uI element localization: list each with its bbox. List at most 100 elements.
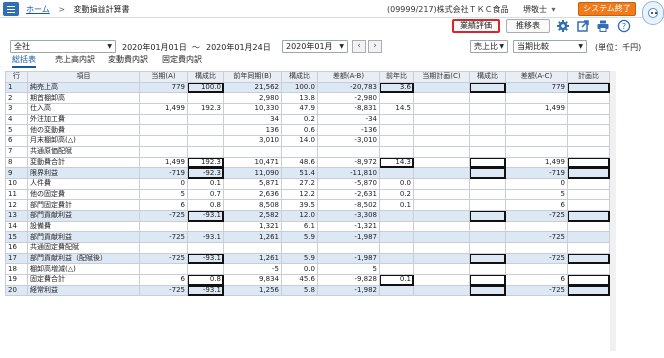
table-cell-no: 5	[5, 124, 28, 137]
table-cell-d: -2,631	[317, 188, 380, 201]
scope-select[interactable]: 全社 ▼	[10, 40, 116, 53]
table-cell-r3	[469, 274, 506, 286]
next-month-button[interactable]: ›	[368, 40, 382, 53]
table-cell-r3	[469, 252, 506, 265]
table-row[interactable]: 4 外注加工費 34 0.2 -34	[5, 113, 610, 126]
table-cell-b: 10,330	[223, 103, 282, 115]
home-link[interactable]: ホーム	[26, 5, 50, 14]
company-name: (09999/217)株式会社ＴＫＣ食品	[387, 5, 509, 14]
user-menu[interactable]: 堺敬士 ▾	[523, 4, 556, 15]
table-cell-py: 0.0	[379, 177, 414, 190]
table-row[interactable]: 16 共通固定費配賦	[5, 242, 610, 254]
table-cell-r3	[469, 188, 506, 201]
table-cell-r1: 0.1	[187, 177, 224, 190]
table-cell-d: -1,987	[317, 231, 380, 243]
table-cell-r2	[281, 242, 318, 254]
table-cell-b: 1,261	[223, 252, 282, 265]
table-row[interactable]: 8 変動費合計 1,499 192.3 10,471 48.6 -8,972 14.3 1,49…	[5, 156, 610, 169]
table-cell-dc: -719	[505, 167, 568, 179]
table-row[interactable]: 10 人件費 0 0.1 5,871 27.2 -5,870 0.0 0	[5, 177, 610, 190]
table-cell-r2: 12.0	[281, 209, 318, 222]
table-cell-pr	[567, 167, 610, 179]
table-cell-py: 0.2	[379, 188, 414, 201]
assistant-avatar-icon[interactable]	[642, 1, 664, 25]
table-row[interactable]: 18 棚卸高増減(△) -5 0.0 5	[5, 263, 610, 276]
table-row[interactable]: 15 部門貢献利益 -725 -93.1 1,261 5.9 -1,987 -725	[5, 231, 610, 243]
table-row[interactable]: 17 部門貢献利益（配賦後） -725 -93.1 1,261 5.9 -1,987 -725	[5, 252, 610, 265]
table-cell-b: -5	[223, 263, 282, 276]
table-cell-a: -719	[139, 167, 188, 179]
table-cell-b: 2,636	[223, 188, 282, 201]
tab-summary[interactable]: 総括表	[12, 54, 36, 68]
table-cell-b: 1,256	[223, 284, 282, 297]
export-icon[interactable]	[576, 19, 590, 33]
table-row[interactable]: 5 他の変動費 136 0.6 -136	[5, 124, 610, 137]
table-cell-a: 1,499	[139, 103, 188, 115]
table-cell-a: -725	[139, 252, 188, 265]
table-cell-label: 棚卸高増減(△)	[27, 263, 140, 276]
month-select[interactable]: 2020年01月 ▼	[282, 40, 348, 53]
table-cell-r1	[187, 113, 224, 126]
sort-value: 売上比	[474, 42, 498, 51]
table-cell-dc	[505, 263, 568, 276]
table-cell-c	[413, 252, 470, 265]
vertical-scrollbar[interactable]	[610, 71, 616, 351]
table-cell-r3	[469, 220, 506, 233]
user-name: 堺敬士	[523, 5, 547, 14]
table-cell-r1: 0.8	[187, 199, 224, 211]
prev-month-button[interactable]: ‹	[352, 40, 366, 53]
tab-fixed-cost-breakdown[interactable]: 固定費内訳	[162, 54, 202, 65]
table-row[interactable]: 9 限界利益 -719 -92.3 11,090 51.4 -11,810 -719	[5, 167, 610, 179]
table-cell-label: 変動費合計	[27, 156, 140, 169]
tab-sales-breakdown[interactable]: 売上高内訳	[55, 54, 95, 65]
table-cell-c	[413, 135, 470, 147]
print-icon[interactable]	[596, 19, 610, 33]
table-cell-py	[379, 284, 414, 297]
table-cell-py	[379, 145, 414, 158]
col-header: 行	[5, 71, 28, 83]
table-cell-pr	[567, 156, 610, 169]
hamburger-menu-icon[interactable]	[3, 2, 19, 16]
sort-select[interactable]: 売上比 ▼	[470, 40, 508, 53]
table-row[interactable]: 6 月末棚卸高(△) 3,010 14.0 -3,010	[5, 135, 610, 147]
table-cell-d: -3,010	[317, 135, 380, 147]
table-cell-r3	[469, 81, 506, 94]
table-row[interactable]: 14 設備費 1,321 6.1 -1,321	[5, 220, 610, 233]
table-row[interactable]: 12 部門固定費計 6 0.8 8,508 39.5 -8,502 0.1 6	[5, 199, 610, 211]
table-cell-r3	[469, 209, 506, 222]
table-cell-r1	[187, 135, 224, 147]
system-exit-button[interactable]: システム終了	[578, 2, 636, 16]
breadcrumb: ホーム > 変動損益計算書	[26, 4, 130, 15]
table-cell-r1: 192.3	[187, 103, 224, 115]
table-row[interactable]: 13 部門貢献利益 -725 -93.1 2,582 12.0 -3,308 -725	[5, 209, 610, 222]
table-cell-pr	[567, 135, 610, 147]
gear-icon[interactable]	[556, 19, 570, 33]
table-row[interactable]: 19 固定費合計 6 0.8 9,834 45.6 -9,828 0.1 6	[5, 274, 610, 286]
table-cell-py	[379, 92, 414, 105]
performance-evaluation-button[interactable]: 業績評価	[452, 19, 500, 33]
table-cell-a	[139, 124, 188, 137]
table-row[interactable]: 20 経常利益 -725 -93.1 1,256 5.8 -1,982 -725	[5, 284, 610, 297]
compare-select[interactable]: 当期比較 ▼	[513, 40, 587, 53]
help-icon[interactable]: ?	[617, 19, 631, 33]
table-cell-a: -725	[139, 284, 188, 297]
table-cell-r2: 45.6	[281, 274, 318, 286]
table-row[interactable]: 3 仕入高 1,499 192.3 10,330 47.9 -8,831 14.5 1,499	[5, 103, 610, 115]
trend-table-button[interactable]: 推移表	[506, 19, 550, 33]
date-to: 2020年01月24日	[206, 43, 271, 52]
tab-variable-cost-breakdown[interactable]: 変動費内訳	[108, 54, 148, 65]
table-cell-d: -9,828	[317, 274, 380, 286]
col-header: 差額(A-B)	[317, 71, 380, 83]
col-header: 項目	[27, 71, 140, 83]
table-row[interactable]: 7 共通原価配賦	[5, 145, 610, 158]
table-row[interactable]: 2 期首棚卸高 2,980 13.8 -2,980	[5, 92, 610, 105]
table-row[interactable]: 11 他の固定費 5 0.7 2,636 12.2 -2,631 0.2 5	[5, 188, 610, 201]
table-cell-b: 5,871	[223, 177, 282, 190]
table-cell-b	[223, 145, 282, 158]
table-cell-a	[139, 263, 188, 276]
chevron-down-icon: ▾	[551, 5, 556, 14]
table-cell-r1	[187, 242, 224, 254]
table-cell-r2: 100.0	[281, 81, 318, 94]
table-cell-no: 20	[5, 284, 28, 297]
table-row[interactable]: 1 純売上高 779 100.0 21,562 100.0 -20,783 3.6 779	[5, 81, 610, 94]
